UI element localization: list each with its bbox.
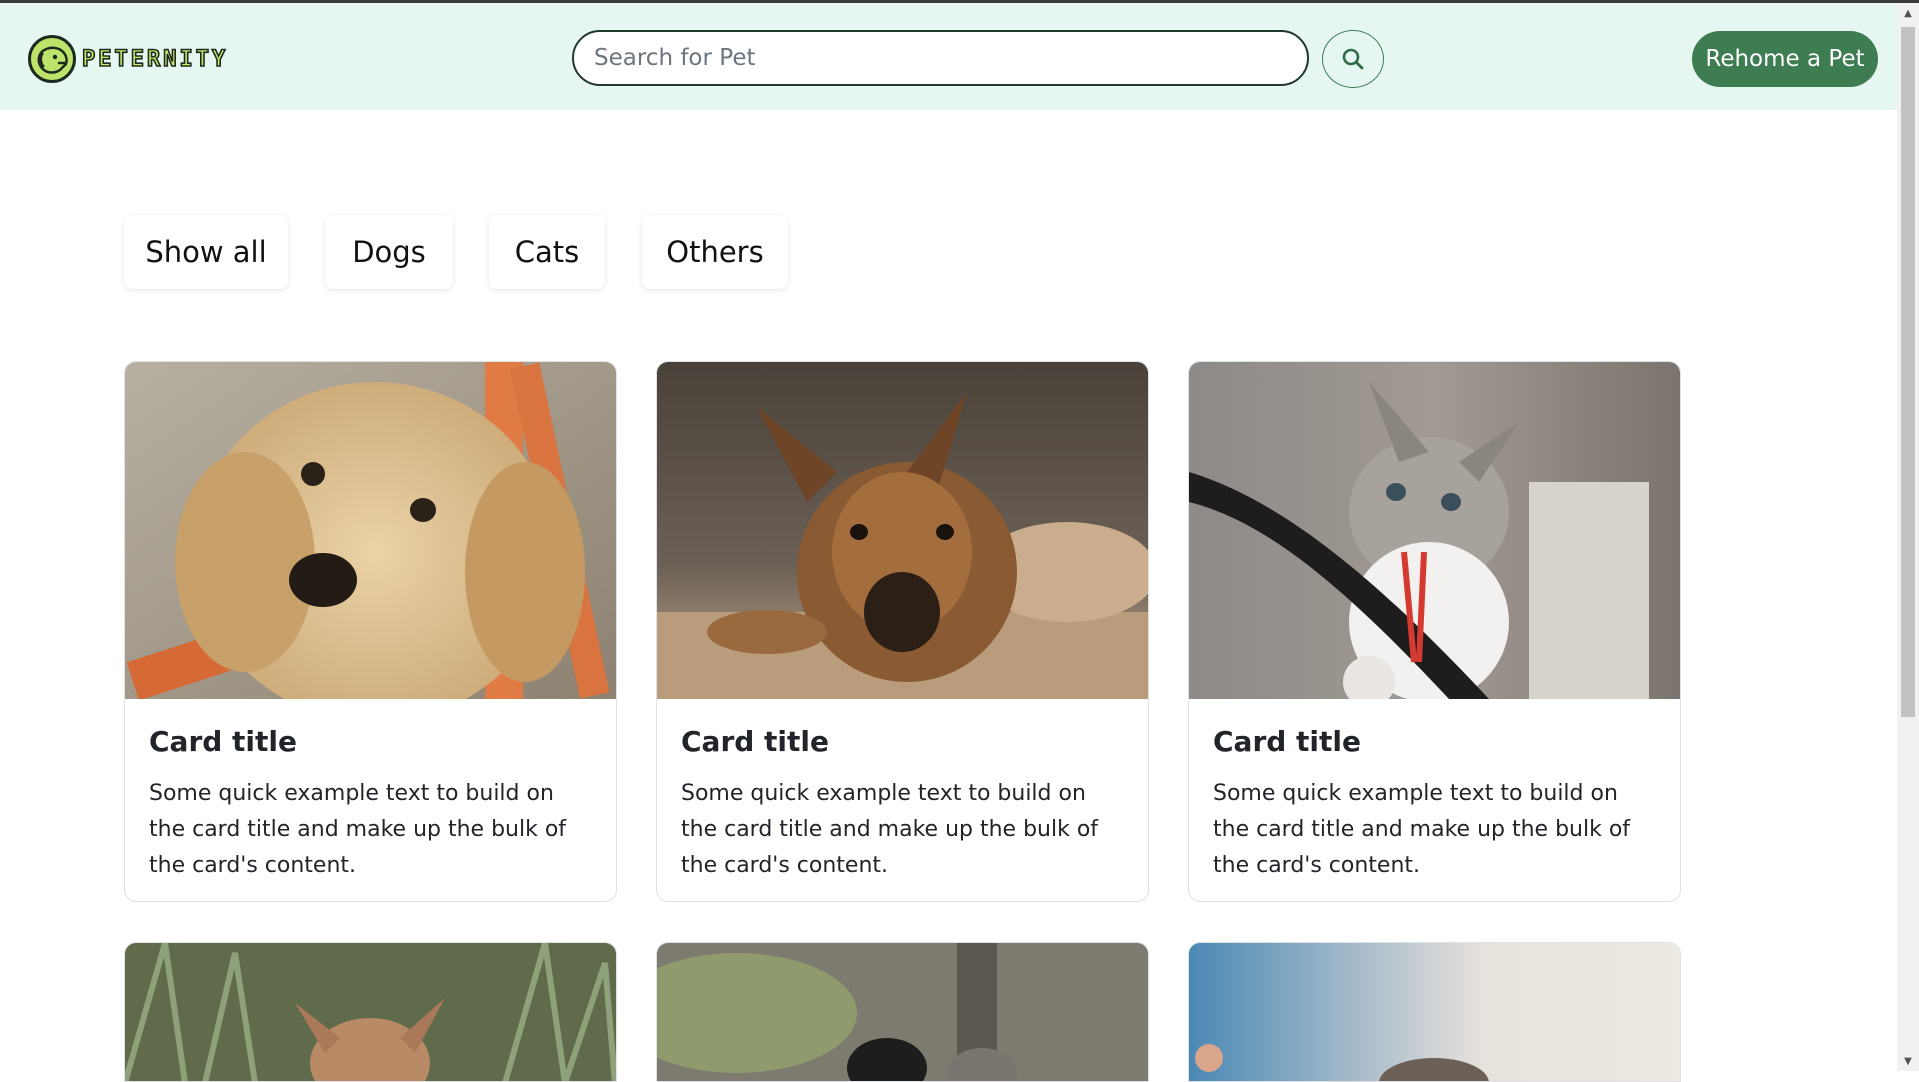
brand-name: PETERNITY bbox=[81, 46, 229, 73]
card-title: Card title bbox=[681, 725, 829, 758]
search-input[interactable] bbox=[572, 30, 1309, 86]
card-text: Some quick example text to build on the … bbox=[149, 781, 567, 878]
filter-show-all[interactable]: Show all bbox=[124, 215, 288, 289]
filter-cats[interactable]: Cats bbox=[489, 215, 605, 289]
filter-dogs[interactable]: Dogs bbox=[325, 215, 453, 289]
scrollbar-thumb[interactable] bbox=[1901, 27, 1915, 717]
pet-photo-golden-retriever-puppy bbox=[125, 362, 616, 699]
pet-card[interactable]: Card title Some quick example text to bu… bbox=[656, 361, 1149, 902]
pet-photo-cat-blurred bbox=[1189, 943, 1680, 1081]
pet-card[interactable]: Card title Some quick example text to bu… bbox=[1188, 361, 1681, 902]
pet-photo-kittens-outdoors bbox=[657, 943, 1148, 1081]
search-button[interactable] bbox=[1322, 30, 1384, 88]
pet-card[interactable]: Card title Some quick example text to bu… bbox=[124, 361, 617, 902]
scroll-up-arrow-icon[interactable]: ▲ bbox=[1897, 3, 1919, 23]
card-text: Some quick example text to build on the … bbox=[681, 781, 1099, 878]
card-title: Card title bbox=[1213, 725, 1361, 758]
pet-photo-tabby-kitten-with-toy bbox=[1189, 362, 1680, 699]
page-scrollbar[interactable]: ▲ ▼ bbox=[1897, 3, 1919, 1071]
brand-logo[interactable]: PETERNITY bbox=[28, 33, 228, 85]
pet-photo-brown-dog-lying bbox=[657, 362, 1148, 699]
pet-card[interactable] bbox=[124, 942, 617, 1082]
search-icon bbox=[1342, 48, 1364, 70]
pet-card[interactable] bbox=[1188, 942, 1681, 1082]
navbar: PETERNITY Rehome a Pet bbox=[0, 3, 1897, 110]
pet-photo-dog-in-grass bbox=[125, 943, 616, 1081]
rehome-pet-button[interactable]: Rehome a Pet bbox=[1692, 31, 1878, 87]
dog-head-logo-icon bbox=[28, 35, 76, 83]
scroll-down-arrow-icon[interactable]: ▼ bbox=[1897, 1051, 1919, 1071]
pet-card[interactable] bbox=[656, 942, 1149, 1082]
card-title: Card title bbox=[149, 725, 297, 758]
card-text: Some quick example text to build on the … bbox=[1213, 781, 1631, 878]
filter-others[interactable]: Others bbox=[642, 215, 788, 289]
